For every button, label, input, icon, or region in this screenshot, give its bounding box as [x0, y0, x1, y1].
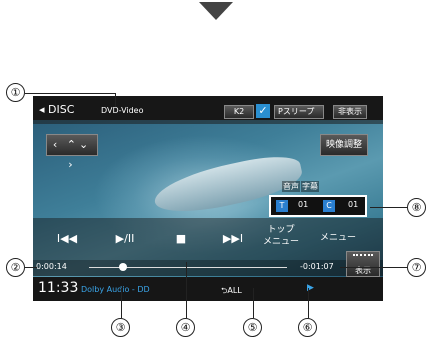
- elapsed-time: 0:00:14: [36, 262, 67, 271]
- dvd-nav-button[interactable]: ‹ ⌃⌄ ›: [46, 134, 98, 171]
- source-label: DISC: [48, 103, 75, 116]
- callout-6: ⑥: [298, 318, 317, 337]
- chapter-badge: C: [323, 200, 335, 212]
- remaining-time: -0:01:07: [300, 262, 334, 271]
- top-menu-label: トップ メニュー: [262, 225, 299, 247]
- sleep-button[interactable]: Pスリープ: [274, 105, 324, 119]
- down-arrow-icon: [199, 2, 233, 20]
- stop-button[interactable]: ■: [163, 232, 199, 245]
- callout-2: ②: [6, 258, 25, 277]
- callout-8: ⑧: [407, 198, 426, 217]
- top-bar: [33, 96, 383, 124]
- hide-button[interactable]: 非表示: [333, 105, 367, 119]
- menu-button[interactable]: メニュー: [318, 230, 358, 243]
- repeat-indicator: ⮌ALL: [221, 285, 242, 299]
- callout-2-leader: [25, 267, 37, 268]
- callout-1-leader-v: [115, 93, 116, 107]
- audio-format: Dolby Audio - DD: [81, 285, 150, 294]
- callout-4: ④: [176, 318, 195, 337]
- repeat-mode: ALL: [227, 286, 242, 295]
- top-menu-button[interactable]: トップ メニュー: [259, 224, 303, 248]
- k2-checkbox[interactable]: ✓: [256, 104, 270, 118]
- media-type-label: DVD-Video: [101, 106, 144, 115]
- callout-1: ①: [6, 83, 25, 102]
- video-adjust-button[interactable]: 映像調整: [320, 134, 368, 156]
- play-pause-button[interactable]: ▶/II: [103, 232, 147, 245]
- title-badge: T: [276, 200, 288, 212]
- clock: 11:33: [38, 280, 79, 296]
- seek-knob[interactable]: [118, 263, 127, 271]
- callout-3: ③: [111, 318, 130, 337]
- player-screen: ◂ DISC DVD-Video K2 ✓ Pスリープ 非表示 ‹ ⌃⌄ › 映…: [33, 96, 383, 301]
- callout-4-leader: [186, 262, 187, 318]
- source-back-button[interactable]: ◂ DISC: [39, 103, 74, 116]
- audio-label[interactable]: 音声: [282, 181, 300, 192]
- k2-button[interactable]: K2: [224, 105, 254, 119]
- display-icon: [353, 254, 373, 262]
- callout-8-leader: [370, 207, 407, 208]
- callout-3-leader: [121, 288, 122, 318]
- callout-5: ⑤: [243, 318, 262, 337]
- callout-1-leader: [25, 93, 115, 94]
- title-number: 01: [298, 200, 309, 209]
- callout-7: ⑦: [407, 258, 426, 277]
- callout-6-leader: [308, 288, 309, 318]
- subtitle-label[interactable]: 字幕: [301, 181, 319, 192]
- callout-7-leader: [340, 267, 407, 268]
- previous-button[interactable]: I◀◀: [47, 232, 87, 245]
- chapter-number: 01: [348, 200, 359, 209]
- next-button[interactable]: ▶▶I: [211, 232, 255, 245]
- callout-5-leader: [253, 288, 254, 318]
